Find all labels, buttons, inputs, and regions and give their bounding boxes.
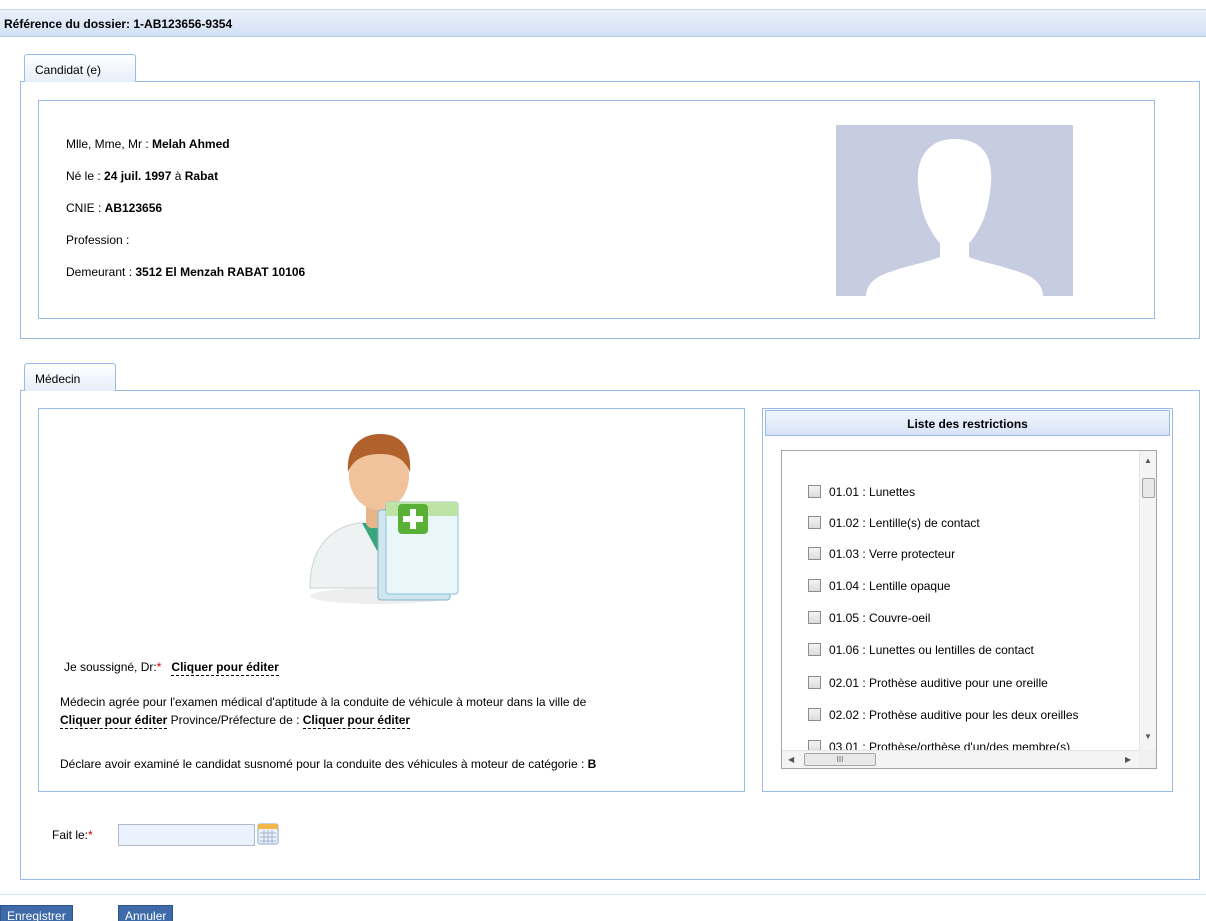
restriction-item[interactable]: 01.04 : Lentille opaque — [808, 579, 950, 597]
checkbox[interactable] — [808, 516, 821, 529]
restriction-label: 01.04 : Lentille opaque — [829, 579, 951, 593]
restriction-item[interactable]: 02.01 : Prothèse auditive pour une oreil… — [808, 676, 1048, 694]
restriction-item[interactable]: 01.01 : Lunettes — [808, 485, 915, 503]
born-sep: à — [171, 169, 185, 183]
civility-label: Mlle, Mme, Mr : — [66, 137, 152, 151]
checkbox[interactable] — [808, 485, 821, 498]
scroll-up-icon[interactable]: ▲ — [1144, 457, 1152, 465]
profession-label: Profession : — [66, 233, 130, 247]
birth-line: Né le : 24 juil. 1997 à Rabat — [66, 169, 218, 183]
scroll-down-icon[interactable]: ▼ — [1144, 733, 1152, 741]
dossier-reference-header: Référence du dossier: 1-AB123656-9354 — [0, 9, 1206, 37]
born-date: 24 juil. 1997 — [104, 169, 172, 183]
vertical-scroll-thumb[interactable] — [1142, 478, 1155, 498]
restrictions-list[interactable]: 01.01 : Lunettes 01.02 : Lentille(s) de … — [781, 450, 1157, 769]
tab-medecin[interactable]: Médecin — [24, 363, 116, 391]
city-edit[interactable]: Cliquer pour éditer — [60, 713, 168, 729]
restriction-label: 01.06 : Lunettes ou lentilles de contact — [829, 643, 1034, 657]
province-label: Province/Préfecture de : — [167, 713, 303, 727]
scrollbar-corner — [1139, 750, 1156, 768]
soussigne-line: Je soussigné, Dr:* Cliquer pour éditer — [64, 660, 279, 676]
tab-candidat[interactable]: Candidat (e) — [24, 54, 136, 82]
calendar-icon[interactable] — [257, 823, 279, 845]
declare-line: Déclare avoir examiné le candidat susnom… — [60, 757, 596, 771]
horizontal-scrollbar[interactable]: ◀ III ▶ — [782, 750, 1139, 768]
horizontal-scroll-thumb[interactable]: III — [804, 753, 876, 766]
born-place: Rabat — [184, 169, 219, 183]
category-value: B — [587, 757, 597, 771]
fait-le-text: Fait le: — [52, 828, 89, 842]
restriction-item[interactable]: 01.06 : Lunettes ou lentilles de contact — [808, 643, 1034, 661]
cancel-button[interactable]: Annuler — [118, 905, 174, 921]
candidate-photo — [836, 125, 1073, 296]
save-button[interactable]: Enregistrer — [0, 905, 73, 921]
restriction-item[interactable]: 01.03 : Verre protecteur — [808, 547, 955, 565]
checkbox[interactable] — [808, 579, 821, 592]
restriction-label: 01.05 : Couvre-oeil — [829, 611, 931, 625]
scroll-left-icon[interactable]: ◀ — [788, 756, 794, 764]
restriction-item[interactable]: 01.05 : Couvre-oeil — [808, 611, 930, 629]
required-asterisk: * — [88, 828, 93, 842]
restriction-label: 01.03 : Verre protecteur — [829, 547, 956, 561]
agree-text: Médecin agrée pour l'examen médical d'ap… — [60, 695, 587, 709]
restriction-label: 02.01 : Prothèse auditive pour une oreil… — [829, 676, 1048, 690]
doctor-icon — [309, 434, 459, 604]
required-asterisk: * — [156, 660, 162, 674]
city-province-line: Cliquer pour éditer Province/Préfecture … — [60, 713, 411, 729]
checkbox[interactable] — [808, 676, 821, 689]
cnie-value: AB123656 — [104, 201, 163, 215]
restriction-label: 01.01 : Lunettes — [829, 485, 916, 499]
checkbox[interactable] — [808, 611, 821, 624]
cnie-line: CNIE : AB123656 — [66, 201, 162, 215]
restrictions-title: Liste des restrictions — [765, 410, 1170, 436]
checkbox[interactable] — [808, 547, 821, 560]
fait-le-label: Fait le:* — [52, 828, 93, 842]
vertical-scrollbar[interactable]: ▲ ▼ — [1139, 451, 1156, 751]
doctor-name-edit[interactable]: Cliquer pour éditer — [171, 660, 279, 676]
restriction-label: 01.02 : Lentille(s) de contact — [829, 516, 980, 530]
restriction-item[interactable]: 01.02 : Lentille(s) de contact — [808, 516, 980, 534]
cnie-label: CNIE : — [66, 201, 105, 215]
soussigne-label: Je soussigné, Dr: — [64, 660, 157, 674]
address-label: Demeurant : — [66, 265, 136, 279]
scroll-right-icon[interactable]: ▶ — [1125, 756, 1131, 764]
declare-text: Déclare avoir examiné le candidat susnom… — [60, 757, 588, 771]
profession-line: Profession : — [66, 233, 129, 247]
checkbox[interactable] — [808, 708, 821, 721]
fait-le-date-input[interactable] — [118, 824, 255, 846]
civility-value: Melah Ahmed — [152, 137, 230, 151]
avatar-silhouette-icon — [866, 139, 1043, 296]
province-edit[interactable]: Cliquer pour éditer — [302, 713, 411, 729]
checkbox[interactable] — [808, 643, 821, 656]
born-label: Né le : — [66, 169, 105, 183]
civility-line: Mlle, Mme, Mr : Melah Ahmed — [66, 137, 230, 151]
address-value: 3512 El Menzah RABAT 10106 — [135, 265, 306, 279]
footer-divider — [0, 894, 1206, 895]
restriction-item[interactable]: 02.02 : Prothèse auditive pour les deux … — [808, 708, 1079, 726]
restriction-label: 02.02 : Prothèse auditive pour les deux … — [829, 708, 1079, 722]
address-line: Demeurant : 3512 El Menzah RABAT 10106 — [66, 265, 305, 279]
